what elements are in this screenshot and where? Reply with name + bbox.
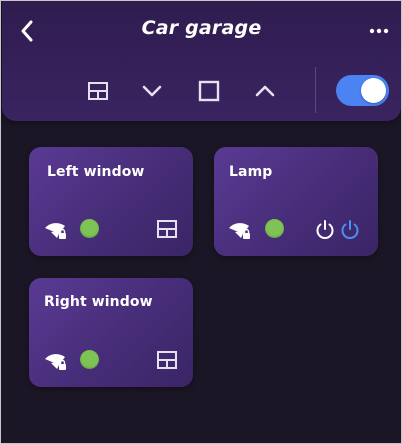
open-up-button[interactable] [251, 77, 279, 105]
stop-button[interactable] [195, 77, 223, 105]
more-button[interactable] [367, 19, 391, 43]
device-name: Right window [44, 294, 153, 310]
group-power-toggle[interactable] [336, 75, 389, 106]
device-name: Left window [47, 164, 145, 180]
chevron-down-icon [142, 85, 162, 97]
chevron-up-icon [255, 85, 275, 97]
window-icon [88, 82, 108, 100]
header-bar: Car garage [2, 1, 401, 121]
header-divider [315, 67, 316, 113]
online-status-dot [265, 219, 284, 238]
toggle-knob [361, 78, 386, 103]
online-status-dot [80, 219, 99, 238]
device-name: Lamp [229, 164, 273, 180]
power-off-icon[interactable] [314, 218, 336, 240]
online-status-dot [80, 350, 99, 369]
close-down-button[interactable] [138, 77, 166, 105]
window-icon[interactable] [156, 219, 178, 239]
power-on-icon[interactable] [339, 218, 361, 240]
stop-square-icon [198, 80, 220, 102]
wifi-locked-icon [229, 223, 250, 239]
wifi-locked-icon [45, 354, 66, 370]
device-card-lamp[interactable]: Lamp [214, 147, 378, 256]
wifi-locked-icon [45, 223, 66, 239]
device-card-left-window[interactable]: Left window [29, 147, 193, 256]
device-card-right-window[interactable]: Right window [29, 278, 193, 387]
more-dots-icon [369, 28, 389, 34]
window-control-button[interactable] [84, 77, 112, 105]
window-icon[interactable] [156, 350, 178, 370]
screen: Car garage Left window Lamp Right window [0, 0, 402, 444]
page-title: Car garage [141, 17, 262, 39]
